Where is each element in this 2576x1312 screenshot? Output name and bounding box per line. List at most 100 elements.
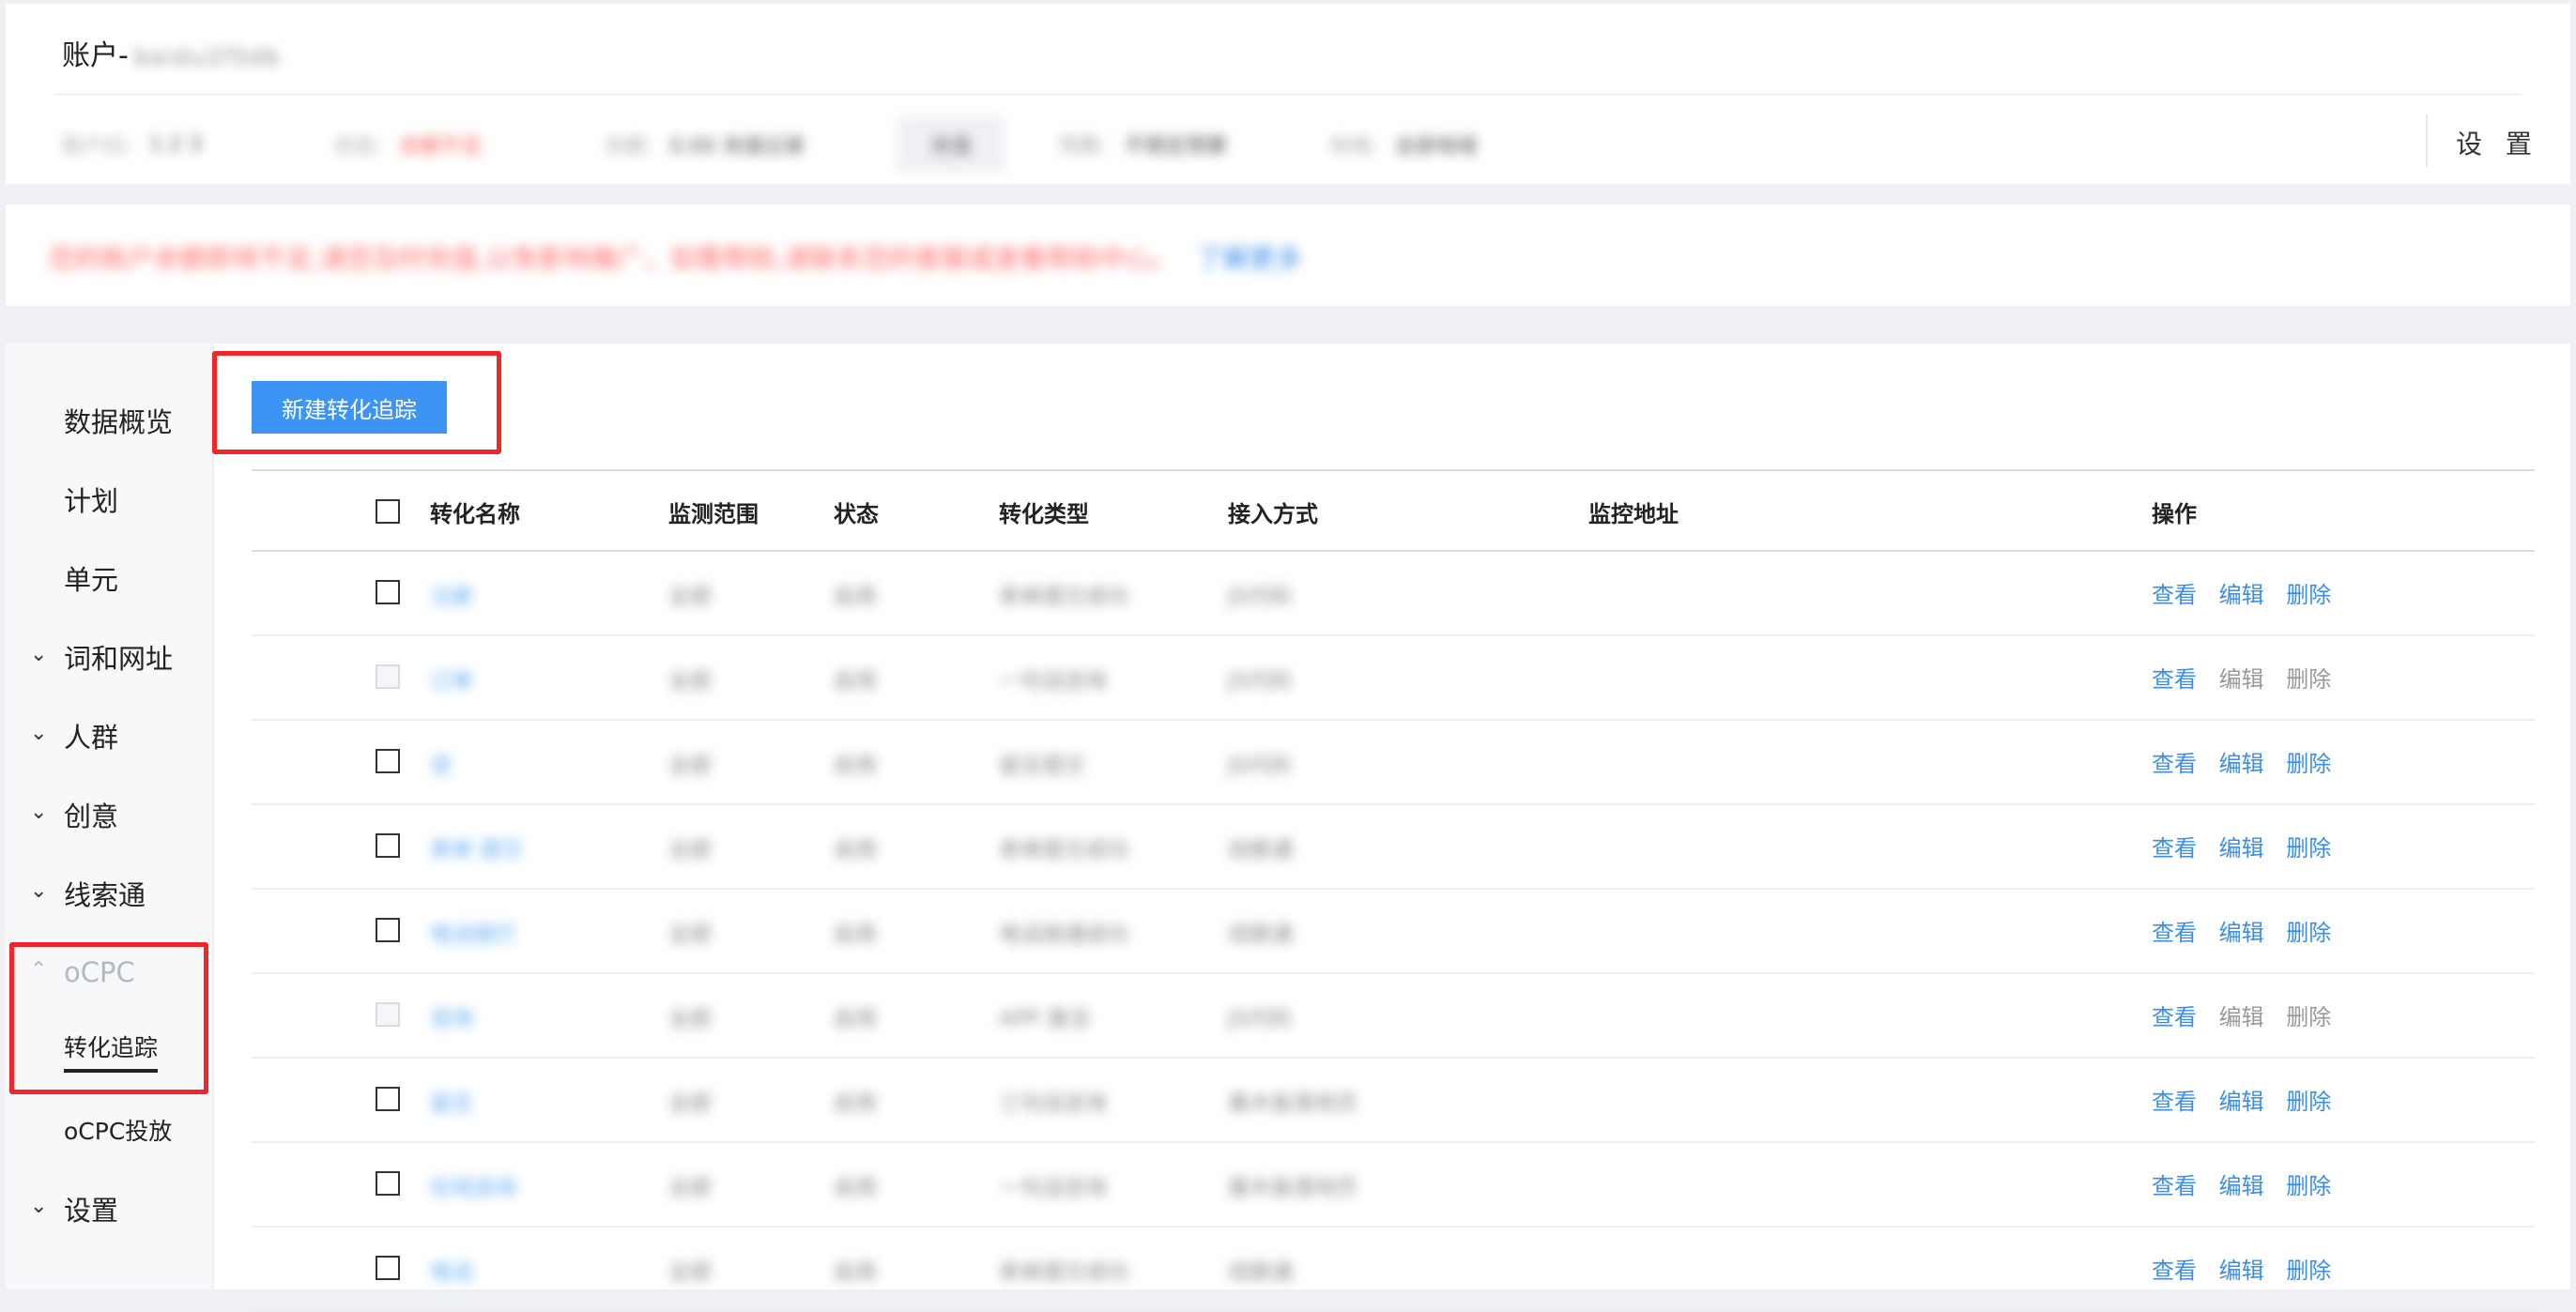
row-actions: 查看 编辑 删除 — [2152, 1083, 2346, 1116]
view-link[interactable]: 查看 — [2152, 751, 2197, 777]
row-checkbox[interactable] — [376, 918, 400, 942]
conversion-name[interactable]: 注册 — [430, 578, 473, 610]
account-header: 账户-baidu2f5db 账户ID: 1 2 3 状态: 余额不足 余额: 0.00… — [6, 4, 2570, 184]
status: 启用 — [834, 1176, 877, 1200]
table-row: 电话拨打 全部 启用 电话拨通成功 线索通 查看 编辑 删除 — [252, 890, 2535, 974]
sidebar-item-overview[interactable]: 数据概览 — [6, 392, 212, 449]
notice-banner: 您的账户余额即将不足,请您及时充值,以免影响推广。如需帮助,请联系您的客服或查看… — [6, 205, 2570, 306]
view-link[interactable]: 查看 — [2152, 835, 2197, 862]
row-actions: 查看 编辑 删除 — [2152, 999, 2346, 1031]
sidebar-item-unit[interactable]: 单元 — [6, 550, 212, 606]
settings-link[interactable]: 设 置 — [2456, 124, 2539, 161]
conversion-name[interactable]: 在线咨询 — [430, 1169, 516, 1201]
row-checkbox[interactable] — [376, 833, 400, 858]
conversion-type: 一句话咨询 — [999, 1176, 1107, 1200]
delete-link[interactable]: 删除 — [2286, 1173, 2331, 1199]
delete-link[interactable]: 删除 — [2286, 920, 2331, 946]
edit-link: 编辑 — [2218, 666, 2264, 693]
access-method: JS代码 — [1228, 754, 1292, 778]
monitor-scope: 全部 — [668, 1007, 712, 1031]
table-row: 表单 提交 全部 启用 表单提交成功 线索通 查看 编辑 删除 — [252, 805, 2535, 890]
access-method: 基木鱼落地页 — [1228, 1091, 1357, 1116]
delete-link[interactable]: 删除 — [2286, 835, 2331, 862]
edit-link[interactable]: 编辑 — [2219, 1258, 2264, 1284]
conversion-name[interactable]: 咨 — [430, 747, 452, 779]
row-actions: 查看 编辑 删除 — [2152, 576, 2346, 609]
conversion-type: 表单提交成功 — [999, 1260, 1128, 1285]
row-actions: 查看 编辑 删除 — [2152, 1252, 2346, 1285]
sidebar-item-leads[interactable]: ⌄ 线索通 — [6, 865, 212, 922]
sidebar-item-audience[interactable]: ⌄ 人群 — [6, 708, 212, 764]
sidebar-item-creative[interactable]: ⌄ 创意 — [6, 786, 212, 843]
chevron-down-icon: ⌄ — [30, 879, 48, 903]
info-region: 地域: 全部地域 — [1329, 135, 1478, 159]
settings-separator — [2426, 114, 2428, 167]
monitor-scope: 全部 — [668, 585, 712, 609]
col-scope: 监测范围 — [668, 501, 759, 527]
conversion-name[interactable]: 订单 — [430, 663, 473, 694]
conversion-name[interactable]: 表单 提交 — [430, 831, 523, 863]
col-status: 状态 — [834, 501, 879, 527]
chevron-down-icon: ⌄ — [30, 801, 48, 824]
delete-link[interactable]: 删除 — [2286, 582, 2331, 608]
table-header: 转化名称 监测范围 状态 转化类型 接入方式 监控地址 操作 — [252, 469, 2535, 552]
notice-link[interactable]: 了解更多 — [1197, 243, 1302, 274]
recharge-button[interactable]: 充值 — [897, 116, 1004, 173]
sidebar-item-keywords[interactable]: ⌄ 词和网址 — [6, 629, 212, 685]
row-checkbox[interactable] — [376, 580, 400, 604]
view-link[interactable]: 查看 — [2152, 1258, 2197, 1284]
chevron-down-icon: ⌄ — [30, 1195, 48, 1218]
account-label: 账户- — [62, 39, 129, 72]
account-name: baidu2f5db — [133, 44, 282, 70]
header-divider — [54, 94, 2522, 95]
conversion-name[interactable]: 电话拨打 — [430, 916, 516, 948]
view-link[interactable]: 查看 — [2152, 1173, 2197, 1199]
conversion-name[interactable]: 电话 — [430, 1254, 473, 1286]
table-row: 电话 全部 启用 表单提交成功 线索通 查看 编辑 删除 — [252, 1228, 2535, 1312]
access-method: 线索通 — [1228, 923, 1293, 947]
status: 启用 — [834, 669, 877, 694]
table-row: 订单 全部 启用 一句话咨询 JS代码 查看 编辑 删除 — [252, 636, 2535, 721]
row-checkbox[interactable] — [376, 1256, 400, 1280]
row-checkbox[interactable] — [376, 1171, 400, 1196]
conversion-type: 三句话咨询 — [999, 1091, 1107, 1116]
status: 启用 — [834, 754, 877, 778]
sidebar-item-plan[interactable]: 计划 — [6, 471, 212, 527]
row-checkbox[interactable] — [376, 749, 400, 773]
access-method: 线索通 — [1228, 1260, 1293, 1285]
access-method: JS代码 — [1228, 669, 1292, 694]
row-actions: 查看 编辑 删除 — [2152, 745, 2346, 778]
sidebar-item-ocpc-delivery[interactable]: oCPC投放 — [6, 1102, 212, 1158]
col-type: 转化类型 — [999, 501, 1089, 527]
conversion-name[interactable]: 留言 — [430, 1085, 473, 1117]
edit-link[interactable]: 编辑 — [2219, 1173, 2264, 1199]
view-link[interactable]: 查看 — [2152, 1004, 2197, 1030]
delete-link: 删除 — [2286, 1004, 2332, 1030]
edit-link[interactable]: 编辑 — [2219, 582, 2264, 608]
row-checkbox — [376, 1002, 400, 1027]
table-row: 咨询 全部 启用 APP 激活 JS代码 查看 编辑 删除 — [252, 974, 2535, 1059]
new-conversion-button[interactable]: 新建转化追踪 — [252, 381, 447, 434]
table-row: 留言 全部 启用 三句话咨询 基木鱼落地页 查看 编辑 删除 — [252, 1059, 2535, 1143]
edit-link[interactable]: 编辑 — [2219, 920, 2264, 946]
view-link[interactable]: 查看 — [2152, 582, 2197, 608]
status: 启用 — [834, 1007, 877, 1031]
view-link[interactable]: 查看 — [2152, 666, 2197, 693]
monitor-scope: 全部 — [668, 923, 712, 947]
conversion-name[interactable]: 咨询 — [430, 1000, 473, 1032]
row-checkbox[interactable] — [376, 1087, 400, 1111]
col-method: 接入方式 — [1228, 501, 1318, 527]
row-actions: 查看 编辑 删除 — [2152, 1167, 2346, 1200]
edit-link[interactable]: 编辑 — [2219, 1089, 2264, 1115]
delete-link[interactable]: 删除 — [2286, 751, 2331, 777]
view-link[interactable]: 查看 — [2152, 920, 2197, 946]
delete-link[interactable]: 删除 — [2286, 1258, 2331, 1284]
delete-link[interactable]: 删除 — [2286, 1089, 2331, 1115]
access-method: 基木鱼落地页 — [1228, 1176, 1357, 1200]
sidebar-item-settings[interactable]: ⌄ 设置 — [6, 1181, 212, 1237]
select-all-checkbox[interactable] — [376, 499, 400, 524]
edit-link[interactable]: 编辑 — [2219, 751, 2264, 777]
edit-link[interactable]: 编辑 — [2219, 835, 2264, 862]
view-link[interactable]: 查看 — [2152, 1089, 2197, 1115]
row-actions: 查看 编辑 删除 — [2152, 914, 2346, 947]
